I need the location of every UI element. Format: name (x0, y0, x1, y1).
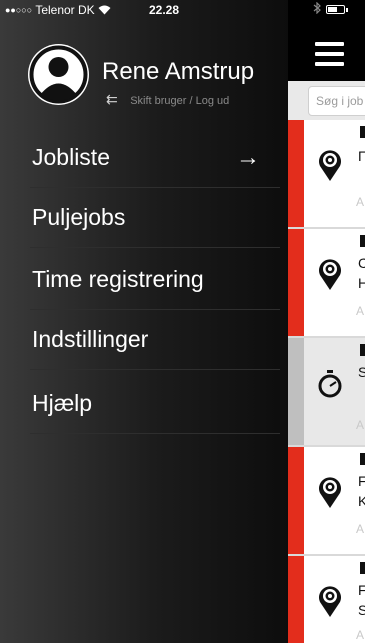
job-address: A (356, 195, 365, 209)
battery-icon (326, 5, 348, 14)
job-title: C (358, 255, 365, 271)
job-title: F (358, 473, 365, 489)
switch-user-logout-link[interactable]: ⇇ Skift bruger / Log ud (106, 91, 229, 109)
menu-item-label: Indstillinger (32, 326, 149, 352)
menu-item-label: Hjælp (32, 390, 93, 416)
side-menu: Rene Amstrup ⇇ Skift bruger / Log ud Job… (0, 0, 288, 643)
job-title: Γ (358, 148, 365, 164)
job-badge (360, 235, 365, 247)
job-badge (360, 126, 365, 138)
switch-user-label: Skift bruger / Log ud (130, 95, 230, 107)
menu-item-time-registrering[interactable]: Time registrering (0, 250, 280, 310)
job-subtitle: S (358, 602, 365, 618)
priority-stripe (288, 447, 304, 554)
wifi-icon (98, 3, 111, 17)
menu-item-hjaelp[interactable]: Hjælp (0, 374, 280, 434)
hamburger-menu-icon[interactable] (288, 22, 365, 74)
priority-stripe (288, 229, 304, 336)
gear-pin-icon (319, 477, 341, 508)
menu-item-jobliste[interactable]: Jobliste → (0, 128, 280, 188)
job-address: A (356, 522, 365, 536)
gear-pin-icon (319, 259, 341, 290)
job-title: S (358, 364, 365, 380)
bluetooth-icon (313, 1, 321, 17)
job-address: A (356, 418, 365, 432)
priority-stripe (288, 120, 304, 227)
menu-item-label: Time registrering (32, 266, 204, 292)
job-card[interactable]: S A (288, 338, 365, 447)
switch-arrows-icon: ⇇ (106, 91, 118, 107)
job-address: A (356, 628, 365, 642)
status-time: 22.28 (149, 3, 180, 17)
divider (30, 369, 280, 370)
job-address: A (356, 304, 365, 318)
job-list-screen: Søg i job Γ A C H A (288, 0, 365, 643)
priority-stripe (288, 338, 304, 445)
job-title: F (358, 582, 365, 598)
job-list: Γ A C H A S A (288, 120, 365, 643)
status-bar: ●●○○○ Telenor DK 22.28 (0, 0, 365, 20)
menu-item-indstillinger[interactable]: Indstillinger (0, 310, 280, 370)
stopwatch-icon (318, 370, 342, 398)
divider (30, 247, 280, 248)
job-subtitle: H (358, 275, 365, 291)
menu-item-label: Puljejobs (32, 204, 126, 230)
menu-item-puljejobs[interactable]: Puljejobs (0, 188, 280, 248)
job-search-input[interactable]: Søg i job (308, 86, 365, 116)
carrier-name: Telenor DK (35, 3, 95, 17)
job-card[interactable]: Γ A (288, 120, 365, 229)
job-card[interactable]: F K A (288, 447, 365, 556)
user-name: Rene Amstrup (102, 58, 255, 85)
menu-item-label: Jobliste (32, 144, 110, 170)
gear-pin-icon (319, 586, 341, 617)
arrow-right-icon: → (236, 144, 260, 171)
job-badge (360, 453, 365, 465)
priority-stripe (288, 556, 304, 643)
job-badge (360, 344, 365, 356)
avatar-icon[interactable] (28, 44, 89, 105)
job-card[interactable]: F S A (288, 556, 365, 643)
gear-pin-icon (319, 150, 341, 181)
signal-strength: ●●○○○ (5, 5, 33, 15)
divider (30, 433, 280, 434)
job-badge (360, 562, 365, 574)
job-subtitle: K (358, 493, 365, 509)
job-card[interactable]: C H A (288, 229, 365, 338)
